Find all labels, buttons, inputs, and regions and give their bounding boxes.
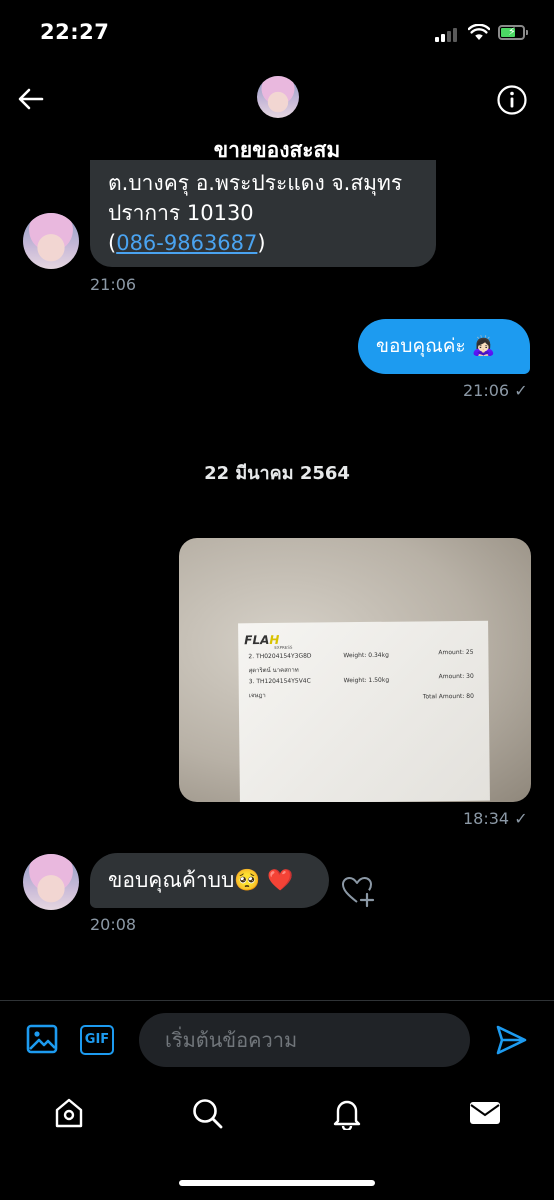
- message-bubble[interactable]: ขอบคุณค้าบบ🥺 ❤️: [90, 853, 329, 908]
- cellular-signal-icon: [435, 26, 461, 42]
- receipt-text: Amount: 25: [438, 648, 474, 657]
- message-composer: GIF เริ่มต้นข้อความ: [0, 1000, 554, 1080]
- receipt-text: Amount: 30: [438, 672, 474, 681]
- search-icon[interactable]: [190, 1096, 224, 1130]
- receipt-text: สุดาริตน์ นาคสกาท: [248, 666, 299, 675]
- home-icon[interactable]: [52, 1096, 86, 1130]
- message-timestamp: 20:08: [90, 915, 137, 934]
- receipt-logo-sub: EXPRESS: [274, 644, 293, 650]
- status-time: 22:27: [40, 20, 110, 44]
- receipt-text: 3. TH1204154Y5V4C: [248, 677, 311, 686]
- message-timestamp: 18:34 ✓: [463, 809, 528, 828]
- message-text-line: (086-9863687): [108, 228, 418, 258]
- heart-add-icon[interactable]: [340, 874, 376, 910]
- image-icon[interactable]: [26, 1023, 58, 1055]
- message-text-line: ต.บางครุ อ.พระประแดง จ.สมุทร: [108, 171, 403, 195]
- message-timestamp: 21:06: [90, 275, 137, 294]
- wifi-icon: [468, 24, 490, 40]
- gif-button[interactable]: GIF: [80, 1025, 114, 1055]
- send-icon[interactable]: [494, 1023, 528, 1057]
- paren: ): [257, 231, 266, 255]
- bell-icon[interactable]: [330, 1096, 364, 1130]
- date-separator: 22 มีนาคม 2564: [204, 463, 350, 484]
- battery-charging-icon: ⚡: [498, 25, 528, 40]
- mail-icon[interactable]: [468, 1096, 502, 1130]
- phone-link[interactable]: 086-9863687: [116, 231, 257, 255]
- message-timestamp: 21:06 ✓: [463, 381, 528, 400]
- status-bar: 22:27 ⚡: [0, 0, 554, 64]
- photo-message[interactable]: FLAH EXPRESS 2. TH0204154Y3G8D สุดาริตน์…: [179, 538, 531, 802]
- receipt-text: 2. TH0204154Y3G8D: [248, 652, 312, 661]
- receipt-text: เจษฎา: [248, 692, 266, 700]
- info-icon[interactable]: [496, 84, 528, 116]
- avatar[interactable]: [23, 213, 79, 269]
- header-avatar[interactable]: [257, 76, 299, 118]
- avatar[interactable]: [23, 854, 79, 910]
- arrow-left-icon[interactable]: [14, 82, 48, 116]
- receipt-text: Weight: 0.34kg: [343, 651, 389, 660]
- home-indicator[interactable]: [179, 1180, 375, 1186]
- message-input[interactable]: เริ่มต้นข้อความ: [139, 1013, 470, 1067]
- message-bubble[interactable]: ต.บางครุ อ.พระประแดง จ.สมุทร ปราการ 1013…: [90, 160, 436, 267]
- conversation-header: ขายของสะสม: [0, 64, 554, 174]
- receipt-image: FLAH EXPRESS 2. TH0204154Y3G8D สุดาริตน์…: [238, 620, 490, 802]
- receipt-text: Weight: 1.50kg: [343, 676, 390, 685]
- message-bubble[interactable]: ขอบคุณค่ะ 🙇🏻‍♀️: [358, 319, 530, 374]
- receipt-text: Total Amount: 80: [422, 692, 474, 701]
- message-text-line: ปราการ 10130: [108, 201, 254, 225]
- paren: (: [108, 231, 117, 255]
